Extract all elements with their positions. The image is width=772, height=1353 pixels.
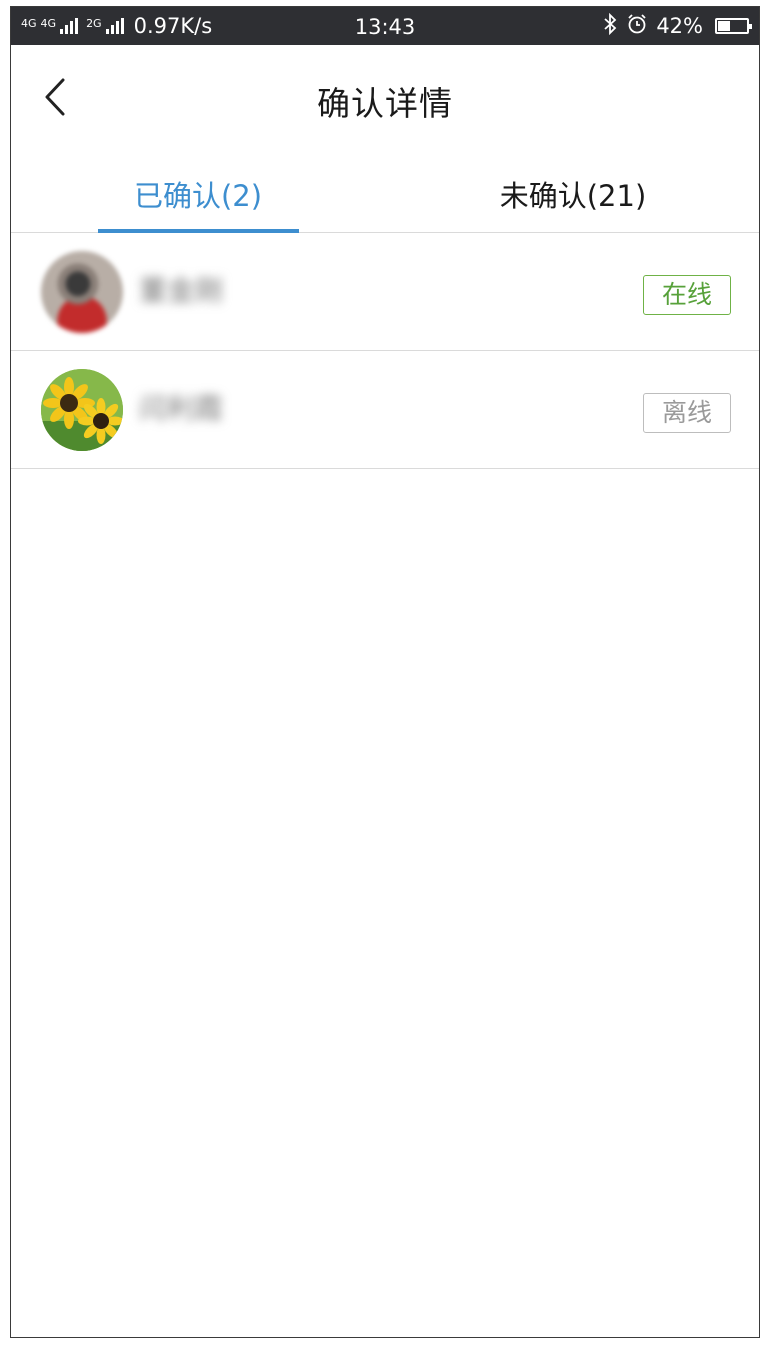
tab-bar: 已确认(2) 未确认(21) <box>11 151 759 233</box>
user-list: 董金刚 在线 闫利霞 离线 <box>11 233 759 469</box>
signal-strength-icon <box>60 18 79 34</box>
status-bar-left: 4G 4G 2G 0.97K/s <box>21 14 212 38</box>
list-item[interactable]: 董金刚 在线 <box>11 233 759 351</box>
list-item[interactable]: 闫利霞 离线 <box>11 351 759 469</box>
status-badge: 离线 <box>643 393 731 433</box>
page-title: 确认详情 <box>317 84 453 123</box>
status-badge: 在线 <box>643 275 731 315</box>
network-type-3: 2G <box>86 16 102 30</box>
avatar <box>41 369 123 451</box>
avatar <box>41 251 123 333</box>
alarm-clock-icon <box>626 13 648 40</box>
network-type-2: 4G <box>40 16 57 30</box>
status-bar: 4G 4G 2G 0.97K/s 13:43 42% <box>11 7 759 45</box>
network-type-1: 4G <box>21 16 37 30</box>
tab-confirmed[interactable]: 已确认(2) <box>98 151 298 233</box>
tab-unconfirmed[interactable]: 未确认(21) <box>473 151 673 233</box>
network-speed: 0.97K/s <box>133 14 213 38</box>
status-bar-right: 42% <box>602 12 752 40</box>
header: 确认详情 <box>11 45 759 151</box>
bluetooth-icon <box>602 12 618 40</box>
signal-strength-icon-2 <box>105 18 124 34</box>
battery-icon <box>715 18 752 34</box>
phone-screen: 4G 4G 2G 0.97K/s 13:43 42% 确认详情 已确认(2) 未… <box>10 6 760 1338</box>
user-name: 董金刚 <box>139 274 224 307</box>
battery-percentage: 42% <box>656 14 703 38</box>
user-name: 闫利霞 <box>139 392 224 425</box>
sunflower-avatar-image <box>41 369 123 451</box>
